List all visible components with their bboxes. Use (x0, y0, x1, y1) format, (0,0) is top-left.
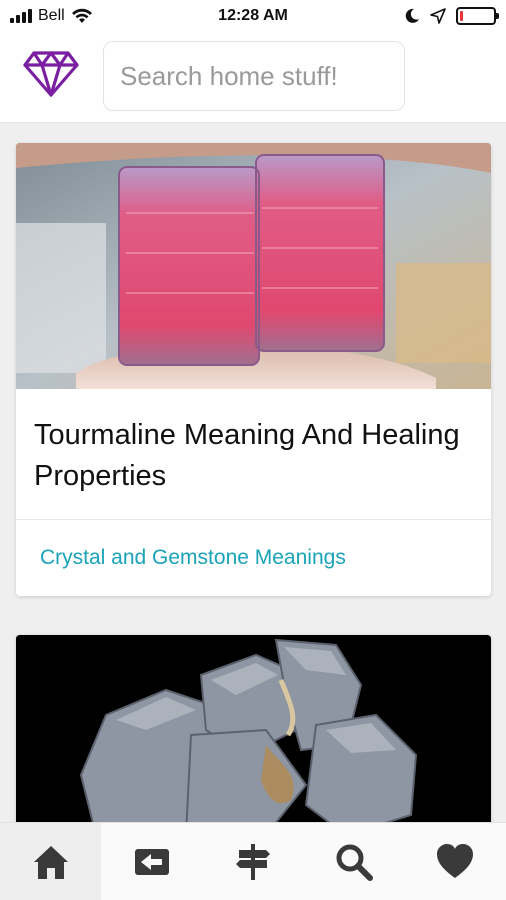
bottom-navigation (0, 822, 506, 900)
nav-favorites[interactable] (405, 823, 506, 900)
location-arrow-icon (430, 8, 446, 24)
moon-icon (405, 8, 419, 23)
article-image[interactable] (16, 635, 491, 835)
status-right-group (404, 7, 499, 25)
gray-galena-photo (16, 635, 491, 835)
search-input[interactable] (103, 41, 405, 111)
back-icon (134, 848, 169, 875)
heart-icon (437, 843, 474, 878)
diamond-icon[interactable] (22, 49, 80, 99)
nav-signpost[interactable] (202, 823, 303, 900)
article-card[interactable] (16, 635, 491, 835)
home-icon (33, 845, 68, 879)
nav-search[interactable] (304, 823, 405, 900)
signpost-icon (236, 843, 270, 880)
status-bar: Bell 12:28 AM (0, 0, 506, 33)
battery-level (460, 11, 463, 21)
article-title[interactable]: Tourmaline Meaning And Healing Propertie… (16, 389, 491, 519)
nav-home[interactable] (0, 823, 102, 900)
article-category-link[interactable]: Crystal and Gemstone Meanings (16, 520, 491, 596)
article-image[interactable] (16, 143, 491, 389)
article-card[interactable]: Tourmaline Meaning And Healing Propertie… (16, 143, 491, 596)
search-icon (336, 844, 374, 881)
pink-tourmaline-photo (16, 143, 491, 389)
app-header (0, 33, 506, 123)
battery-icon (456, 7, 499, 25)
nav-back[interactable] (101, 823, 202, 900)
